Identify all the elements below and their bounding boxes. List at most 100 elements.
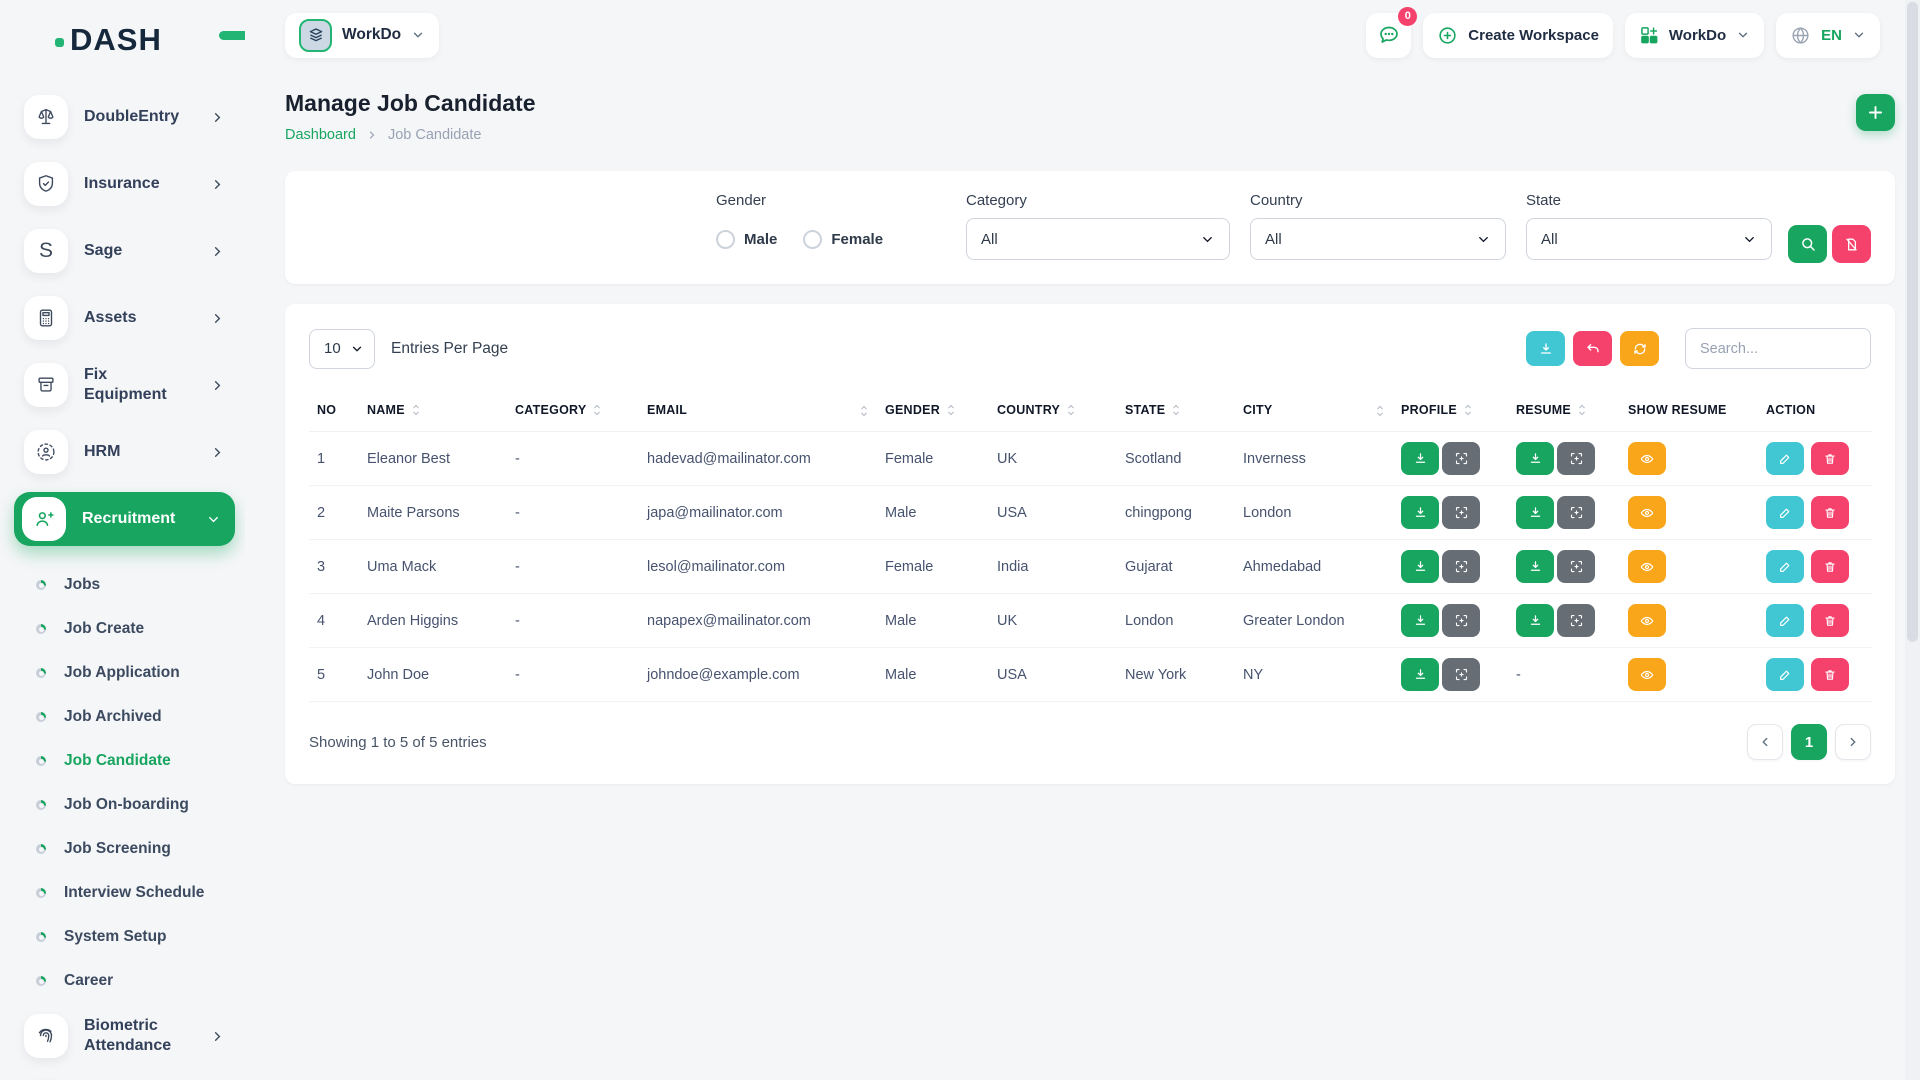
- chevron-right-icon: [210, 445, 225, 460]
- table-search-input[interactable]: [1685, 328, 1871, 369]
- delete-button[interactable]: [1811, 604, 1849, 637]
- pagination: 1: [1747, 724, 1871, 760]
- column-name[interactable]: NAME: [359, 391, 507, 432]
- sidebar-item-job-candidate[interactable]: Job Candidate: [28, 739, 235, 783]
- delete-button[interactable]: [1811, 550, 1849, 583]
- profile-scan-button[interactable]: [1442, 604, 1480, 637]
- profile-scan-button[interactable]: [1442, 658, 1480, 691]
- delete-button[interactable]: [1811, 442, 1849, 475]
- column-profile[interactable]: PROFILE: [1393, 391, 1508, 432]
- sidebar-item-doubleentry[interactable]: DoubleEntry: [14, 90, 235, 144]
- resume-download-button[interactable]: [1516, 496, 1554, 529]
- cell-show-resume: [1620, 486, 1758, 540]
- profile-scan-button[interactable]: [1442, 442, 1480, 475]
- state-select[interactable]: All: [1526, 218, 1772, 260]
- resume-download-button[interactable]: [1516, 442, 1554, 475]
- sidebar-item-hrm[interactable]: HRM: [14, 425, 235, 479]
- resume-download-button[interactable]: [1516, 550, 1554, 583]
- gender-male-radio[interactable]: Male: [716, 230, 777, 249]
- entries-per-page-select[interactable]: 10: [309, 329, 375, 369]
- profile-scan-button[interactable]: [1442, 496, 1480, 529]
- sidebar-item-sage[interactable]: S Sage: [14, 224, 235, 278]
- entries-value: 10: [324, 340, 341, 357]
- column-email[interactable]: EMAIL: [639, 391, 877, 432]
- column-resume[interactable]: RESUME: [1508, 391, 1620, 432]
- sidebar-item-job-create[interactable]: Job Create: [28, 607, 235, 651]
- scrollbar[interactable]: [1905, 0, 1920, 1080]
- edit-button[interactable]: [1766, 550, 1804, 583]
- show-resume-button[interactable]: [1628, 496, 1666, 529]
- apply-filter-button[interactable]: [1788, 225, 1827, 263]
- refresh-button[interactable]: [1620, 331, 1659, 366]
- filter-buttons: [1788, 225, 1871, 263]
- category-select[interactable]: All: [966, 218, 1230, 260]
- sidebar-item-assets[interactable]: Assets: [14, 291, 235, 345]
- resume-scan-button[interactable]: [1557, 496, 1595, 529]
- sidebar-item-system-setup[interactable]: System Setup: [28, 915, 235, 959]
- export-button[interactable]: [1526, 331, 1565, 366]
- resume-scan-button[interactable]: [1557, 550, 1595, 583]
- resume-scan-button[interactable]: [1557, 604, 1595, 637]
- show-resume-button[interactable]: [1628, 604, 1666, 637]
- show-resume-button[interactable]: [1628, 658, 1666, 691]
- sidebar-item-recruitment[interactable]: Recruitment: [14, 492, 235, 546]
- sidebar-item-job-application[interactable]: Job Application: [28, 651, 235, 695]
- pagination-page-1[interactable]: 1: [1791, 724, 1827, 760]
- column-gender[interactable]: GENDER: [877, 391, 989, 432]
- reset-filter-button[interactable]: [1832, 225, 1871, 263]
- column-country[interactable]: COUNTRY: [989, 391, 1117, 432]
- profile-download-button[interactable]: [1401, 604, 1439, 637]
- cell-name: Uma Mack: [359, 540, 507, 594]
- edit-button[interactable]: [1766, 442, 1804, 475]
- edit-button[interactable]: [1766, 604, 1804, 637]
- gender-female-radio[interactable]: Female: [803, 230, 883, 249]
- sidebar-item-job-onboarding[interactable]: Job On-boarding: [28, 783, 235, 827]
- sidebar-item-job-archived[interactable]: Job Archived: [28, 695, 235, 739]
- column-category[interactable]: CATEGORY: [507, 391, 639, 432]
- profile-download-button[interactable]: [1401, 442, 1439, 475]
- delete-button[interactable]: [1811, 496, 1849, 529]
- sidebar-item-biometric-attendance[interactable]: Biometric Attendance: [14, 1009, 235, 1063]
- profile-scan-button[interactable]: [1442, 550, 1480, 583]
- show-resume-button[interactable]: [1628, 550, 1666, 583]
- pagination-prev-button[interactable]: [1747, 724, 1783, 760]
- profile-download-button[interactable]: [1401, 496, 1439, 529]
- show-resume-button[interactable]: [1628, 442, 1666, 475]
- profile-download-button[interactable]: [1401, 550, 1439, 583]
- bullet-icon: [36, 888, 46, 898]
- resume-download-button[interactable]: [1516, 604, 1554, 637]
- pagination-next-button[interactable]: [1835, 724, 1871, 760]
- edit-button[interactable]: [1766, 658, 1804, 691]
- sidebar-item-career[interactable]: Career: [28, 959, 235, 1003]
- language-selector[interactable]: EN: [1776, 13, 1880, 58]
- profile-download-button[interactable]: [1401, 658, 1439, 691]
- create-workspace-button[interactable]: Create Workspace: [1423, 13, 1613, 58]
- scrollbar-thumb[interactable]: [1907, 2, 1918, 642]
- workdo-menu-label: WorkDo: [1669, 27, 1726, 44]
- undo-button[interactable]: [1573, 331, 1612, 366]
- workspace-layers-icon: [299, 19, 332, 52]
- resume-scan-button[interactable]: [1557, 442, 1595, 475]
- app: DASH DoubleEntry Insurance S Sage: [0, 0, 1920, 1080]
- sidebar-item-jobs[interactable]: Jobs: [28, 563, 235, 607]
- breadcrumb-dashboard-link[interactable]: Dashboard: [285, 127, 356, 143]
- sidebar: DASH DoubleEntry Insurance S Sage: [0, 0, 245, 1080]
- scan-plus-icon: [1454, 613, 1469, 628]
- cell-email: hadevad@mailinator.com: [639, 432, 877, 486]
- sidebar-item-interview-schedule[interactable]: Interview Schedule: [28, 871, 235, 915]
- messages-button[interactable]: 0: [1366, 13, 1411, 58]
- sidebar-item-job-screening[interactable]: Job Screening: [28, 827, 235, 871]
- workdo-menu-button[interactable]: WorkDo: [1625, 13, 1764, 58]
- sidebar-item-fix-equipment[interactable]: Fix Equipment: [14, 358, 235, 412]
- delete-button[interactable]: [1811, 658, 1849, 691]
- column-state[interactable]: STATE: [1117, 391, 1235, 432]
- sidebar-item-insurance[interactable]: Insurance: [14, 157, 235, 211]
- brand-logo[interactable]: DASH: [0, 14, 245, 76]
- add-candidate-button[interactable]: [1856, 94, 1895, 131]
- workspace-switcher[interactable]: WorkDo: [285, 13, 439, 58]
- sidebar-item-procurement[interactable]: Procurement: [14, 1076, 235, 1080]
- country-select[interactable]: All: [1250, 218, 1506, 260]
- edit-button[interactable]: [1766, 496, 1804, 529]
- scan-plus-icon: [1569, 559, 1584, 574]
- column-city[interactable]: CITY: [1235, 391, 1393, 432]
